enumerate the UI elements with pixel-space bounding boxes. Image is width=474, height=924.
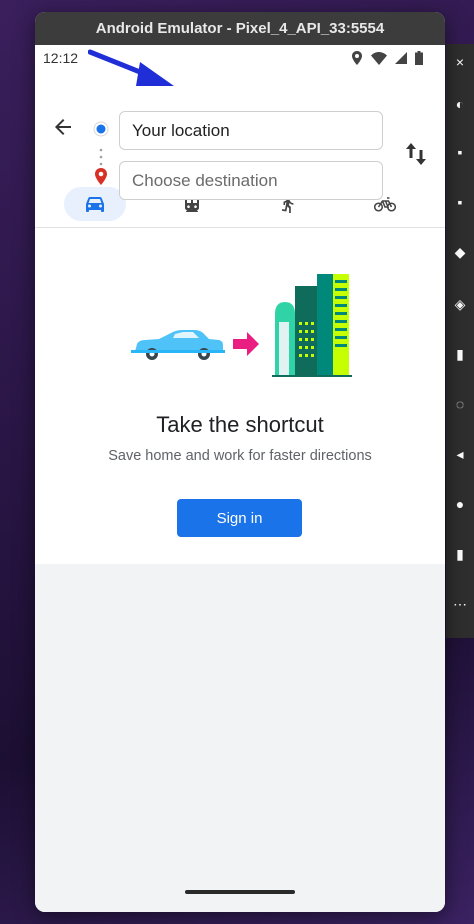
origin-dot-icon <box>93 121 109 137</box>
destination-input[interactable]: Choose destination <box>119 161 383 200</box>
sign-in-button[interactable]: Sign in <box>177 499 302 537</box>
signal-icon <box>395 52 407 64</box>
power-icon[interactable]: ◐ <box>452 96 468 112</box>
promo-subtext: Save home and work for faster directions <box>108 448 372 464</box>
back-arrow-icon[interactable] <box>51 115 75 139</box>
overview-nav-icon[interactable]: ▮ <box>452 546 468 562</box>
shortcut-promo: Take the shortcut Save home and work for… <box>35 228 445 567</box>
wifi-icon <box>371 51 387 65</box>
location-icon <box>352 51 362 65</box>
rotate-left-icon[interactable]: ◆ <box>452 244 468 260</box>
volume-down-icon[interactable]: ▪ <box>452 194 468 210</box>
route-dots-icon <box>99 148 103 166</box>
emulator-window: Android Emulator - Pixel_4_API_33:5554 1… <box>35 12 445 912</box>
home-nav-icon[interactable]: ● <box>452 496 468 512</box>
zoom-icon[interactable]: ◌ <box>452 396 468 412</box>
more-icon[interactable]: ⋯ <box>452 596 468 612</box>
status-time: 12:12 <box>43 50 79 66</box>
volume-up-icon[interactable]: ▪ <box>452 144 468 160</box>
rotate-right-icon[interactable]: ◈ <box>452 296 468 312</box>
promo-headline: Take the shortcut <box>156 412 324 437</box>
battery-icon <box>415 51 423 65</box>
close-icon[interactable]: × <box>452 54 468 70</box>
car-to-city-illustration <box>131 274 352 377</box>
swap-icon[interactable] <box>404 141 428 167</box>
route-inputs: Your location Choose destination <box>35 71 445 201</box>
back-nav-icon[interactable]: ◂ <box>452 446 468 462</box>
annotation-arrow-icon <box>88 49 174 86</box>
origin-input[interactable]: Your location <box>119 111 383 150</box>
emulator-side-toolbar: × ◐ ▪ ▪ ◆ ◈ ▮ ◌ ◂ ● ▮ ⋯ <box>446 44 474 638</box>
screenshot-icon[interactable]: ▮ <box>452 346 468 362</box>
gesture-nav-handle[interactable] <box>185 890 295 894</box>
destination-pin-icon <box>95 168 107 185</box>
window-title: Android Emulator - Pixel_4_API_33:5554 <box>35 12 445 45</box>
empty-results-area <box>35 564 445 912</box>
